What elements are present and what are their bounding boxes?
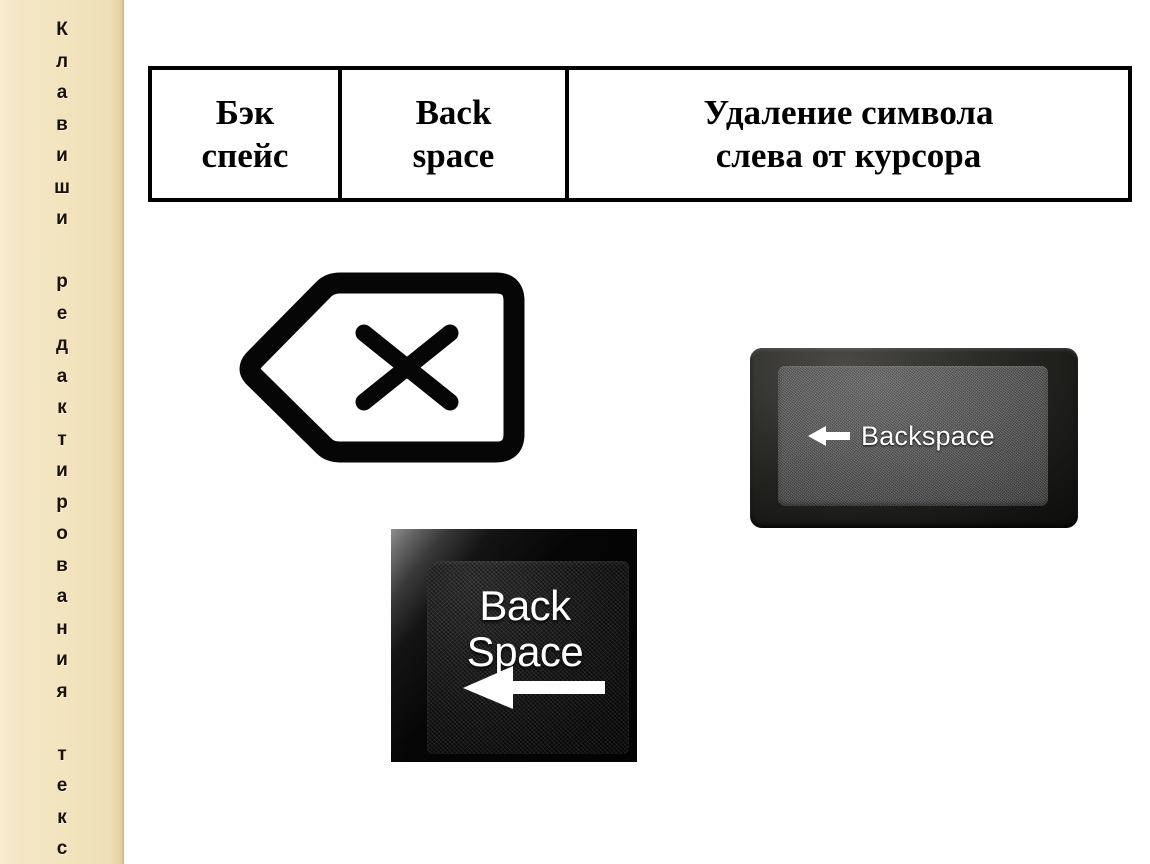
english-name-text: Back space [412,92,495,175]
backspace-key-photo-square: Back Space [391,529,637,762]
table-cell-russian-name: Бэк спейс [152,70,342,198]
key-cap: Backspace [778,366,1048,506]
table-cell-english-name: Back space [342,70,569,198]
slide-canvas: К л а в и ш и р е д а к т и р о в а н и … [0,0,1150,864]
key-arrow-wrap [453,662,615,710]
backspace-symbol-icon [238,265,528,470]
key-description-table: Бэк спейс Back space Удаление символа сл… [148,66,1132,202]
key-cap: Back Space [427,561,629,754]
vertical-title-text: К л а в и ш и р е д а к т и р о в а н и … [54,19,70,859]
backspace-outline-path [239,272,525,463]
russian-name-text: Бэк спейс [201,92,289,175]
backspace-symbol-svg [239,272,525,463]
left-arrow-path [808,426,850,446]
key-legend-text: Backspace [861,420,995,451]
left-arrow-icon [808,426,850,446]
vertical-title-band: К л а в и ш и р е д а к т и р о в а н и … [0,0,124,864]
table-cell-description: Удаление символа слева от курсора [569,70,1128,198]
key-legend: Backspace [806,421,995,452]
left-arrow-icon [463,666,605,709]
description-text: Удаление символа слева от курсора [703,92,994,175]
backspace-key-photo-wide: Backspace [750,348,1078,528]
left-arrow-path [463,666,605,709]
